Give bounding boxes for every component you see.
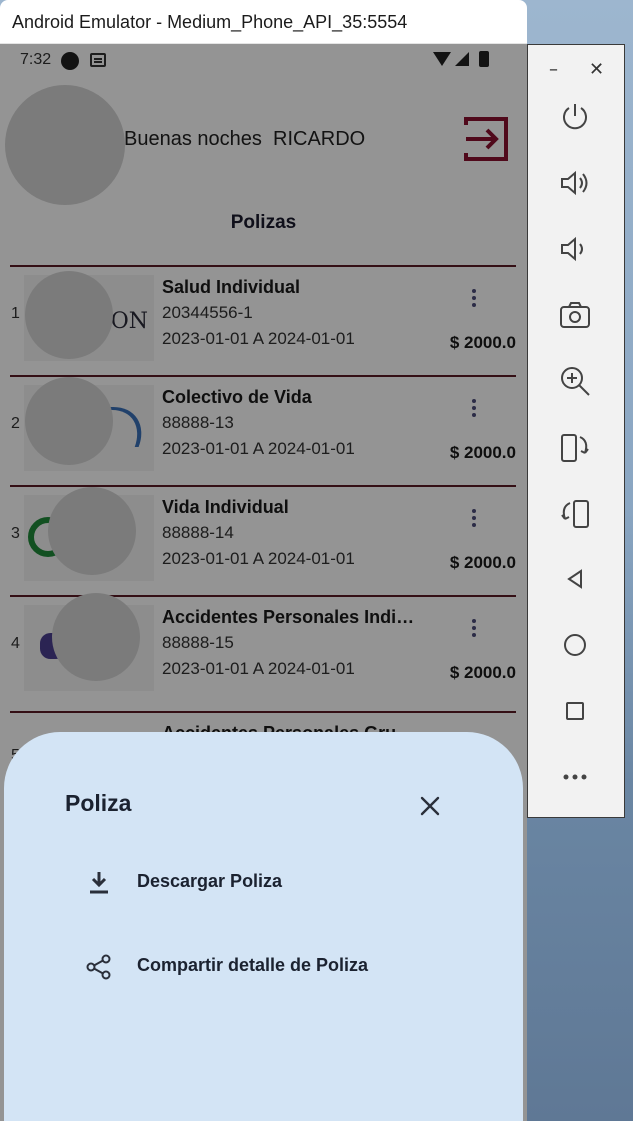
close-icon	[420, 796, 440, 816]
home-icon[interactable]	[557, 627, 593, 663]
download-policy-item[interactable]: Descargar Poliza	[84, 862, 464, 902]
download-policy-label: Descargar Poliza	[137, 871, 283, 891]
emulator-toolbar: – ✕	[527, 44, 625, 818]
rotate-right-icon[interactable]	[557, 495, 593, 531]
close-button[interactable]	[412, 788, 448, 824]
bottom-sheet: Poliza Descargar Poliza Compartir detall…	[4, 732, 523, 1121]
minimize-icon[interactable]: –	[549, 59, 558, 80]
zoom-icon[interactable]	[557, 363, 593, 399]
phone-screen: 7:32 Buenas noches RICARDO Polizas 1 ON …	[0, 44, 527, 1121]
share-policy-item[interactable]: Compartir detalle de Poliza	[84, 946, 464, 986]
share-policy-label: Compartir detalle de Poliza	[137, 955, 369, 975]
more-icon[interactable]	[557, 759, 593, 795]
back-icon[interactable]	[557, 561, 593, 597]
window-title: Android Emulator - Medium_Phone_API_35:5…	[12, 12, 408, 32]
download-icon	[90, 872, 108, 894]
power-icon[interactable]	[557, 99, 593, 135]
emulator-title-bar: Android Emulator - Medium_Phone_API_35:5…	[0, 0, 527, 44]
volume-up-icon[interactable]	[557, 165, 593, 201]
close-window-icon[interactable]: ✕	[589, 59, 604, 80]
volume-down-icon[interactable]	[557, 231, 593, 267]
share-icon	[86, 954, 111, 980]
camera-icon[interactable]	[557, 297, 593, 333]
sheet-title: Poliza	[65, 790, 132, 816]
rotate-left-icon[interactable]	[557, 429, 593, 465]
overview-icon[interactable]	[557, 693, 593, 729]
